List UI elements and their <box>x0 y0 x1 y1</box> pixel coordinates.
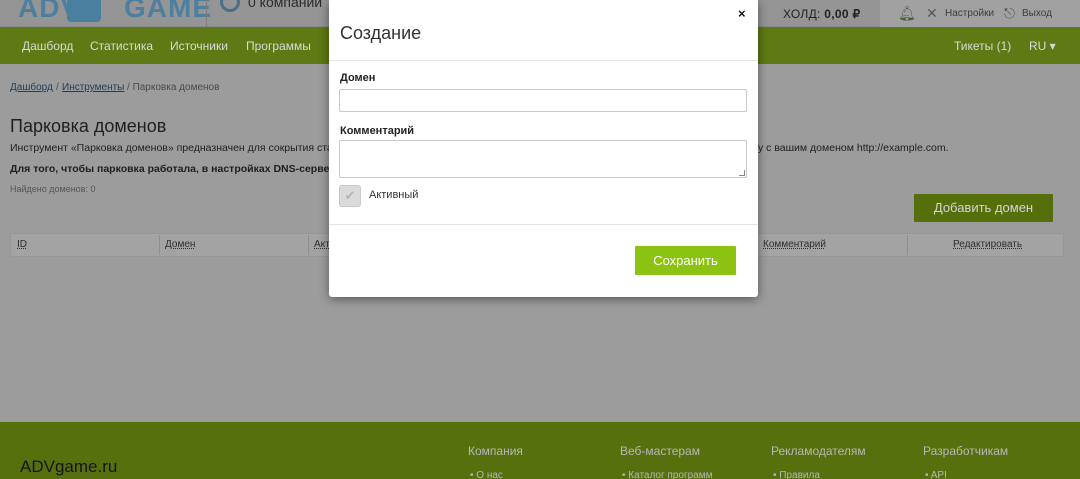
wrench-icon[interactable]: ✕ <box>926 5 938 22</box>
th-domain[interactable]: Домен <box>165 239 195 250</box>
close-icon[interactable]: × <box>738 6 746 21</box>
footer <box>0 422 1080 479</box>
footer-brand-rest: game.ru <box>54 457 118 476</box>
page-description-left: Инструмент «Парковка доменов» предназнач… <box>10 142 339 154</box>
footer-col-advertisers: Рекламодателям <box>771 444 866 458</box>
modal-divider <box>329 224 758 225</box>
domain-label: Домен <box>340 72 376 84</box>
hold-label: ХОЛД: <box>783 7 821 21</box>
breadcrumb-current-label: Парковка доменов <box>132 82 220 93</box>
footer-link-label: О нас <box>476 470 503 479</box>
footer-link-label: API <box>930 470 947 479</box>
page-title: Парковка доменов <box>10 116 167 136</box>
page-description-right: у с вашим доменом http://example.com. <box>758 142 949 154</box>
logout-link[interactable]: Выход <box>1022 8 1052 19</box>
add-domain-button[interactable]: Добавить домен <box>914 194 1053 222</box>
breadcrumb-dashboard[interactable]: Дашборд <box>10 82 53 93</box>
breadcrumb-tools[interactable]: Инструменты <box>62 82 124 93</box>
active-label: Активный <box>369 189 419 201</box>
page-description-dns: Для того, чтобы парковка работала, в нас… <box>10 163 360 175</box>
logo[interactable]: ADV GAME <box>18 0 212 24</box>
footer-link-label: Каталог программ <box>628 470 713 479</box>
hold-balance: ХОЛД: 0,00 ₽ <box>783 7 860 21</box>
nav-item-tickets[interactable]: Тикеты (1) <box>954 39 1011 53</box>
comment-label: Комментарий <box>340 125 415 137</box>
footer-link[interactable]: • API <box>925 470 947 479</box>
th-id[interactable]: ID <box>17 239 27 250</box>
logo-text-left: ADV <box>18 0 81 23</box>
companies-count[interactable]: 0 компании <box>248 0 322 10</box>
footer-col-developers: Разработчикам <box>923 444 1009 458</box>
th-divider <box>308 235 309 255</box>
tickets-label: Тикеты <box>954 39 994 53</box>
logout-icon[interactable]: ⎋ <box>1004 5 1015 22</box>
resize-grip-icon[interactable] <box>739 170 745 176</box>
language-select[interactable]: RU ▾ <box>1029 39 1056 53</box>
nav-item-statistics[interactable]: Статистика <box>90 39 153 53</box>
domain-field[interactable] <box>339 89 747 112</box>
th-edit[interactable]: Редактировать <box>953 239 1022 250</box>
th-divider <box>907 235 908 255</box>
breadcrumb-current: / Парковка доменов <box>127 82 220 93</box>
tickets-count: (1) <box>996 39 1012 53</box>
footer-link[interactable]: • О нас <box>470 470 503 479</box>
breadcrumb-separator: / <box>56 82 59 93</box>
footer-link[interactable]: • Каталог программ <box>622 470 712 479</box>
nav-item-sources[interactable]: Источники <box>170 39 228 53</box>
modal-divider <box>329 60 758 61</box>
th-divider <box>159 235 160 255</box>
nav-item-programs[interactable]: Программы <box>246 39 311 53</box>
footer-brand-bold: ADV <box>20 457 55 476</box>
footer-link-label: Правила <box>779 470 820 479</box>
header-divider <box>206 0 207 27</box>
settings-link[interactable]: Настройки <box>945 8 994 19</box>
active-checkbox[interactable]: ✔ <box>339 185 361 207</box>
footer-brand: ADVgame.ru <box>20 457 117 477</box>
save-button[interactable]: Сохранить <box>635 246 736 275</box>
domains-found-count: Найдено доменов: 0 <box>10 184 96 194</box>
hold-value: 0,00 ₽ <box>824 7 861 21</box>
footer-link[interactable]: • Правила <box>773 470 820 479</box>
nav-item-dashboard[interactable]: Дашборд <box>22 39 73 53</box>
footer-col-company: Компания <box>468 444 523 458</box>
check-icon: ✔ <box>344 188 356 203</box>
th-comment[interactable]: Комментарий <box>763 239 826 250</box>
modal-title: Создание <box>340 23 422 43</box>
footer-col-webmasters: Веб-мастерам <box>620 444 700 458</box>
comment-field[interactable] <box>339 140 747 178</box>
logo-text-right: GAME <box>124 0 213 23</box>
bell-icon[interactable]: 🔔︎ <box>898 5 916 22</box>
